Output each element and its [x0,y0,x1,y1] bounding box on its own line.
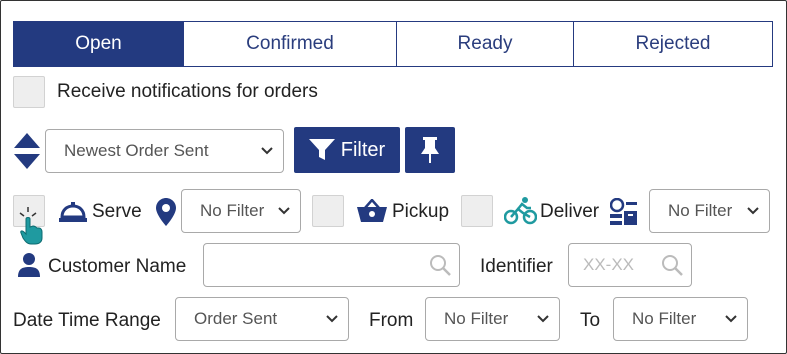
from-label: From [369,310,414,331]
to-label: To [580,310,601,331]
chevron-down-icon [537,315,549,323]
date-field-select[interactable]: Order Sent [175,297,349,341]
tab-rejected[interactable]: Rejected [573,22,772,66]
order-type-icon [610,198,637,225]
deliver-checkbox[interactable] [461,195,493,227]
customer-name-label: Customer Name [48,256,187,277]
pin-button[interactable] [405,127,455,173]
notifications-checkbox[interactable] [13,76,45,108]
sort-direction-icon[interactable] [13,132,41,170]
filter-button-label: Filter [340,138,386,161]
tab-open[interactable]: Open [14,22,183,66]
location-filter-value: No Filter [200,201,265,220]
map-marker-icon [156,198,176,226]
notifications-label: Receive notifications for orders [57,81,318,102]
pickup-checkbox[interactable] [312,195,344,227]
from-date-value: No Filter [444,309,509,328]
serve-bell-icon [59,202,87,222]
sort-order-select[interactable]: Newest Order Sent [45,129,284,173]
chevron-down-icon [725,315,737,323]
tab-ready[interactable]: Ready [396,22,573,66]
chevron-down-icon [261,147,273,155]
deliver-label: Deliver [540,201,600,222]
pickup-label: Pickup [392,201,450,222]
hand-cursor-icon [19,207,43,245]
customer-name-input[interactable] [203,243,460,287]
location-filter-select[interactable]: No Filter [181,189,301,233]
search-icon [430,255,451,276]
order-type-value: No Filter [668,201,733,220]
chevron-down-icon [747,207,759,215]
order-type-select[interactable]: No Filter [649,189,770,233]
funnel-icon [308,139,335,160]
sort-order-value: Newest Order Sent [64,141,209,160]
basket-icon [357,199,387,222]
user-icon [18,253,40,277]
chevron-down-icon [326,315,338,323]
search-icon [662,255,683,276]
order-status-tabs: Open Confirmed Ready Rejected [13,21,773,67]
order-filter-panel: Open Confirmed Ready Rejected Receive no… [0,0,787,354]
tab-confirmed[interactable]: Confirmed [183,22,396,66]
identifier-input[interactable]: XX-XX [568,243,692,287]
to-date-select[interactable]: No Filter [613,297,748,341]
date-field-value: Order Sent [194,309,278,328]
chevron-down-icon [278,207,290,215]
cyclist-icon [504,197,537,225]
serve-label: Serve [92,201,142,222]
identifier-placeholder: XX-XX [583,255,635,274]
identifier-label: Identifier [480,256,553,277]
date-time-range-label: Date Time Range [13,310,161,331]
from-date-select[interactable]: No Filter [425,297,560,341]
filter-button[interactable]: Filter [294,127,400,173]
pin-icon [421,137,439,163]
to-date-value: No Filter [632,309,697,328]
